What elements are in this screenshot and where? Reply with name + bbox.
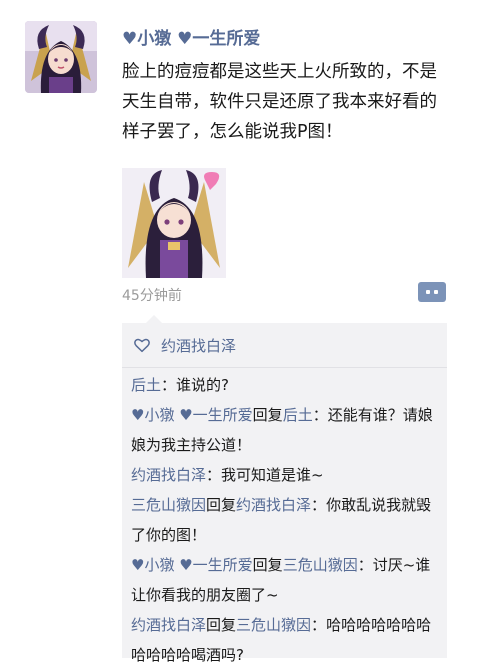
chibi-character-image [122,168,226,278]
reply-target[interactable]: 约酒找白泽 [236,496,311,514]
likes-row: 约酒找白泽 [122,323,447,368]
comment-item[interactable]: 三危山獤因回复约酒找白泽：你敢乱说我就毁了你的图！ [131,490,438,550]
comment-text: 我可知道是谁~ [221,466,324,484]
comments-pointer [146,315,162,323]
comment-author[interactable]: 约酒找白泽 [131,616,206,634]
comment-item[interactable]: 约酒找白泽：我可知道是谁~ [131,460,438,490]
reply-target[interactable]: 三危山獤因 [236,616,311,634]
comment-item[interactable]: ♥小獤 ♥一生所爱回复后土：还能有谁？请娘娘为我主持公道！ [131,400,438,460]
comment-item[interactable]: ♥小獤 ♥一生所爱回复三危山獤因：讨厌~谁让你看我的朋友圈了~ [131,550,438,610]
moments-post: ♥小獤 ♥一生所爱 脸上的痘痘都是这些天上火所致的，不是天生自带，软件只是还原了… [0,0,485,670]
comment-more-button[interactable] [418,282,446,302]
comment-author[interactable]: 约酒找白泽 [131,466,206,484]
post-text: 脸上的痘痘都是这些天上火所致的，不是天生自带，软件只是还原了我本来好看的样子罢了… [122,62,437,142]
like-user-name[interactable]: 约酒找白泽 [161,335,236,356]
comment-item[interactable]: 后土：谁说的? [131,370,438,400]
post-content: ♥小獤 ♥一生所爱 脸上的痘痘都是这些天上火所致的，不是天生自带，软件只是还原了… [122,27,452,147]
dot-icon [434,290,438,294]
reply-target[interactable]: 后土 [283,406,313,424]
comments-panel: 约酒找白泽 后土：谁说的? ♥小獤 ♥一生所爱回复后土：还能有谁？请娘娘为我主持… [122,323,447,664]
reply-word: 回复 [252,556,283,574]
comment-author[interactable]: ♥小獤 ♥一生所爱 [131,556,253,574]
avatar-image [25,21,97,93]
post-timestamp: 45分钟前 [122,288,182,304]
dot-icon [426,290,430,294]
comment-author[interactable]: 后土 [131,376,161,394]
post-photo[interactable] [122,168,226,278]
comment-list: 后土：谁说的? ♥小獤 ♥一生所爱回复后土：还能有谁？请娘娘为我主持公道！ 约酒… [122,368,447,670]
reply-word: 回复 [252,406,283,424]
heart-outline-icon [134,338,150,353]
comment-text: 谁说的? [176,376,229,394]
avatar[interactable] [25,21,97,93]
reply-target[interactable]: 三危山獤因 [283,556,358,574]
poster-nickname[interactable]: ♥小獤 ♥一生所爱 [122,27,452,51]
comment-author[interactable]: 三危山獤因 [131,496,206,514]
comment-author[interactable]: ♥小獤 ♥一生所爱 [131,406,253,424]
reply-word: 回复 [206,616,237,634]
reply-word: 回复 [206,496,237,514]
comment-item[interactable]: 约酒找白泽回复三危山獤因：哈哈哈哈哈哈哈哈哈哈哈喝酒吗? [131,610,438,670]
